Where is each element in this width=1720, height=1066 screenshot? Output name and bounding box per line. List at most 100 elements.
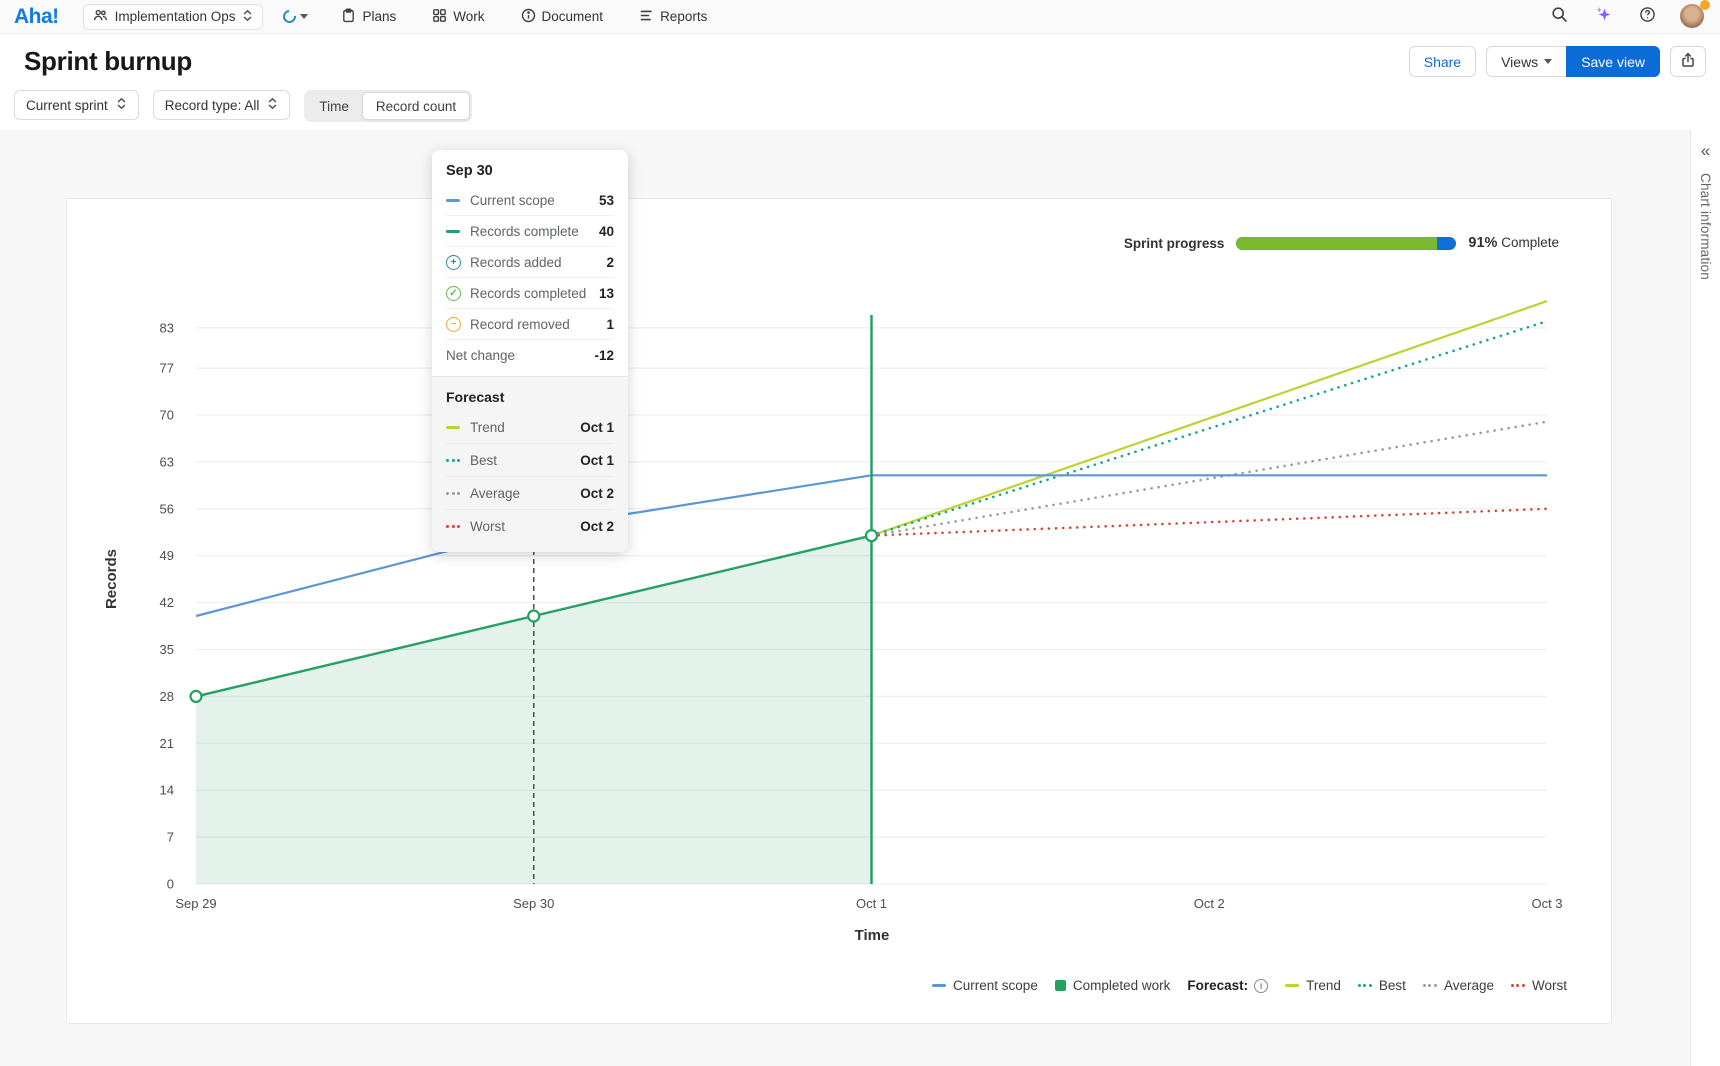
export-icon [1680,52,1696,71]
workspace-name: Implementation Ops [115,9,236,24]
aha-logo[interactable]: Aha! [14,5,59,29]
tooltip-forecast-section: Forecast Trend Oct 1 Best Oct 1 Average … [432,376,628,552]
tooltip-row-net-change: Net change -12 [446,339,614,370]
progress-bar [1236,237,1456,250]
dots-swatch-icon [1423,984,1437,987]
record-type-filter-label: Record type: All [165,98,260,113]
sprint-filter-label: Current sprint [26,98,108,113]
dots-swatch-icon [446,459,462,462]
line-swatch-icon [446,199,462,202]
tooltip-row-trend: Trend Oct 1 [446,411,614,443]
chevrons-up-down-icon [116,97,127,113]
progress-percent: 91% Complete [1468,235,1559,251]
legend-best[interactable]: Best [1358,978,1406,993]
svg-text:63: 63 [160,454,174,469]
tooltip-date: Sep 30 [432,150,628,185]
svg-text:42: 42 [160,595,174,610]
svg-text:7: 7 [167,830,174,845]
nav-label-reports: Reports [660,9,707,24]
workspace-switcher[interactable]: Implementation Ops [83,4,264,30]
double-chevron-left-icon: « [1701,142,1710,159]
circle-check-icon: ✓ [446,286,462,301]
nav-label-plans: Plans [362,9,396,24]
svg-text:Oct 2: Oct 2 [1194,896,1225,911]
info-circle-icon [521,8,536,26]
svg-text:14: 14 [160,783,174,798]
svg-text:35: 35 [160,642,174,657]
svg-text:Oct 3: Oct 3 [1531,896,1562,911]
top-navbar: Aha! Implementation Ops Plans Work Docum… [0,0,1720,34]
svg-text:56: 56 [160,501,174,516]
axis-mode-toggle: Time Record count [304,90,472,122]
export-button[interactable] [1670,46,1706,77]
ai-assistant-button[interactable] [1586,0,1620,34]
sprint-filter-dropdown[interactable]: Current sprint [14,90,139,120]
burnup-chart[interactable]: 071421283542495663707783Sep 29Sep 30Oct … [67,199,1613,1025]
question-circle-icon [1639,6,1656,28]
square-swatch-icon [1055,980,1066,991]
views-button[interactable]: Views [1486,46,1567,77]
sparkles-icon [1594,5,1613,29]
clipboard-icon [341,8,356,26]
workspace-line-menu[interactable] [283,10,308,23]
main-area: 071421283542495663707783Sep 29Sep 30Oct … [0,130,1720,1066]
circle-minus-icon: − [446,317,462,332]
chart-legend: Current scope Completed work Forecast: i… [932,978,1567,993]
tooltip-row-record-removed: − Record removed 1 [446,308,614,339]
save-view-button[interactable]: Save view [1566,46,1660,77]
record-type-filter-dropdown[interactable]: Record type: All [153,90,291,120]
chart-card: 071421283542495663707783Sep 29Sep 30Oct … [66,198,1612,1024]
svg-text:70: 70 [160,408,174,423]
toggle-record-count[interactable]: Record count [362,92,470,120]
svg-text:28: 28 [160,689,174,704]
user-avatar[interactable] [1680,4,1706,30]
circle-plus-icon: + [446,255,462,270]
chart-information-panel-toggle[interactable]: « Chart information [1690,130,1720,1066]
svg-text:Sep 30: Sep 30 [513,896,554,911]
people-icon [93,8,108,26]
legend-completed-work[interactable]: Completed work [1055,978,1171,993]
nav-item-document[interactable]: Document [508,0,617,34]
share-button[interactable]: Share [1409,46,1476,77]
tooltip-row-records-completed: ✓ Records completed 13 [446,277,614,308]
svg-text:Oct 1: Oct 1 [856,896,887,911]
report-lines-icon [639,8,654,26]
dots-swatch-icon [446,492,462,495]
tooltip-row-average: Average Oct 2 [446,476,614,509]
notification-dot [1700,0,1710,10]
dots-swatch-icon [1358,984,1372,987]
svg-text:21: 21 [160,736,174,751]
legend-current-scope[interactable]: Current scope [932,978,1038,993]
chart-information-label: Chart information [1698,173,1713,280]
dots-swatch-icon [446,525,462,528]
help-button[interactable] [1630,0,1664,34]
nav-item-reports[interactable]: Reports [626,0,720,34]
grid-icon [432,8,447,26]
svg-text:49: 49 [160,548,174,563]
legend-worst[interactable]: Worst [1511,978,1567,993]
svg-text:Sep 29: Sep 29 [175,896,216,911]
tooltip-forecast-title: Forecast [446,387,614,411]
svg-text:77: 77 [160,361,174,376]
tooltip-row-worst: Worst Oct 2 [446,509,614,542]
y-axis-title: Records [103,549,120,609]
sprint-progress: Sprint progress 91% Complete [1124,235,1559,251]
nav-label-work: Work [453,9,484,24]
chevrons-up-down-icon [242,9,253,25]
toggle-time[interactable]: Time [306,92,362,120]
nav-label-document: Document [542,9,604,24]
tooltip-row-best: Best Oct 1 [446,443,614,476]
chevron-down-icon [300,14,308,19]
svg-text:0: 0 [167,877,174,892]
line-swatch-icon [446,426,462,429]
info-icon[interactable]: i [1254,979,1268,993]
line-swatch-icon [1285,984,1299,987]
line-swatch-icon [446,230,462,233]
legend-forecast-header: Forecast: i [1187,978,1268,993]
nav-item-work[interactable]: Work [419,0,497,34]
search-button[interactable] [1542,0,1576,34]
nav-item-plans[interactable]: Plans [328,0,409,34]
legend-trend[interactable]: Trend [1285,978,1341,993]
tooltip-row-current-scope: Current scope 53 [446,185,614,215]
legend-average[interactable]: Average [1423,978,1494,993]
